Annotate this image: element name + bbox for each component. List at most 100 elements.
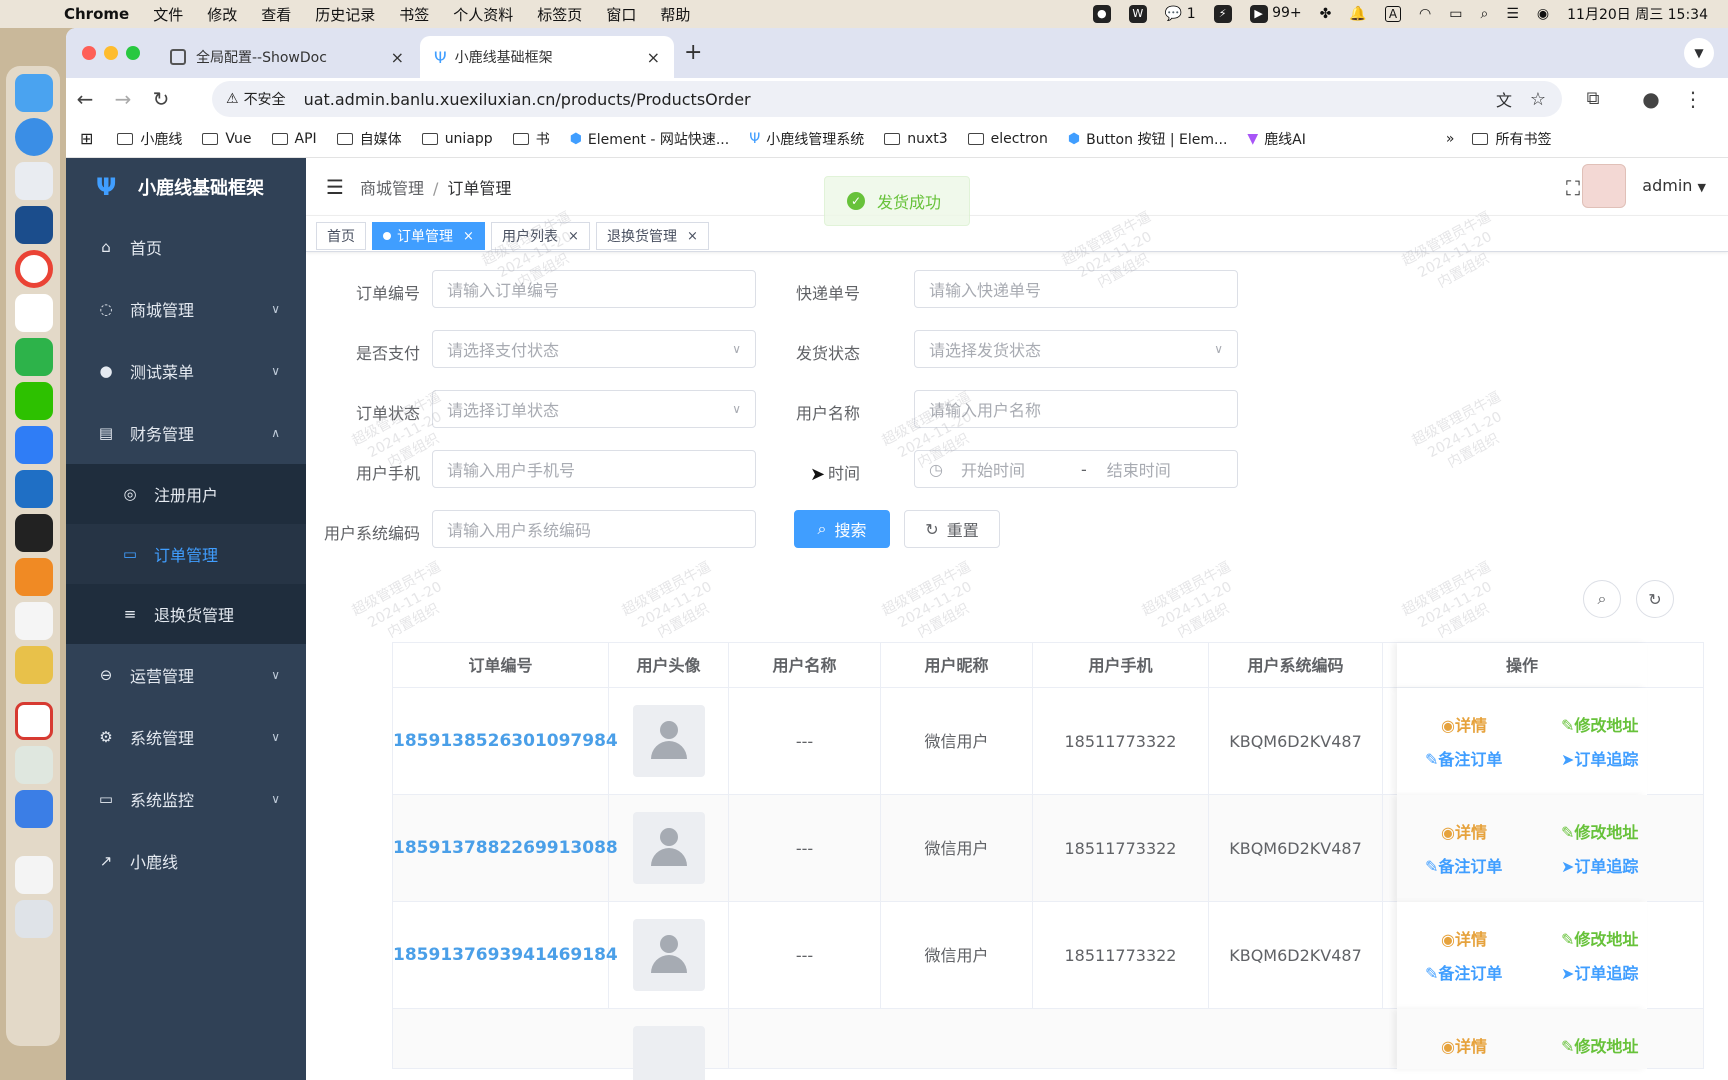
track-order-link[interactable]: ➤订单追踪 bbox=[1561, 746, 1638, 770]
user-dropdown[interactable]: admin ▼ bbox=[1642, 176, 1706, 195]
ship-status-select[interactable]: 请选择发货状态 ∨ bbox=[914, 330, 1238, 368]
wifi-icon[interactable]: ◠ bbox=[1419, 6, 1431, 22]
apps-grid-icon[interactable]: ⊞ bbox=[80, 129, 93, 148]
sidebar-item-returns[interactable]: ≡ 退换货管理 bbox=[66, 584, 306, 644]
menubar-item-tabs[interactable]: 标签页 bbox=[537, 4, 582, 25]
detail-link[interactable]: ◉详情 bbox=[1441, 1033, 1487, 1057]
back-icon[interactable]: ← bbox=[70, 84, 100, 114]
close-tab-icon[interactable]: × bbox=[647, 48, 660, 67]
menubar-item-edit[interactable]: 修改 bbox=[207, 4, 237, 25]
typora-icon[interactable] bbox=[15, 602, 53, 640]
feishu-icon[interactable] bbox=[15, 426, 53, 464]
sidebar-item-finance[interactable]: ▤ 财务管理 ∧ bbox=[66, 402, 306, 464]
column-header-avatar[interactable]: 用户头像 bbox=[609, 643, 729, 689]
order-status-select[interactable]: 请选择订单状态 ∨ bbox=[432, 390, 756, 428]
record-icon[interactable]: ● bbox=[1092, 5, 1111, 23]
new-tab-icon[interactable]: + bbox=[684, 40, 702, 65]
launchpad-icon[interactable] bbox=[15, 162, 53, 200]
translate-icon[interactable]: 文 bbox=[1496, 87, 1512, 111]
phone-input[interactable]: 请输入用户手机号 bbox=[432, 450, 756, 488]
bookmark-link[interactable]: ⬢ Button 按钮 | Elem... bbox=[1068, 129, 1228, 149]
bookmark-folder[interactable]: uniapp bbox=[421, 131, 493, 147]
hamburger-icon[interactable]: ☰ bbox=[326, 175, 344, 199]
tab-search-icon[interactable]: ▼ bbox=[1684, 38, 1714, 68]
browser-tab-active[interactable]: Ψ 小鹿线基础框架 × bbox=[420, 36, 674, 78]
sublime-icon[interactable] bbox=[15, 558, 53, 596]
bookmark-folder[interactable]: Vue bbox=[202, 131, 252, 147]
reset-button[interactable]: ↻ 重置 bbox=[904, 510, 1000, 548]
refresh-table-button[interactable]: ↻ bbox=[1636, 580, 1674, 618]
close-tag-icon[interactable]: × bbox=[687, 229, 698, 244]
hbuilder-icon[interactable] bbox=[15, 338, 53, 376]
more-bookmarks-icon[interactable]: » bbox=[1446, 131, 1455, 147]
maximize-window-icon[interactable] bbox=[126, 46, 140, 60]
paint-icon[interactable] bbox=[15, 646, 53, 684]
finder-icon[interactable] bbox=[15, 74, 53, 112]
bookmark-folder[interactable]: 小鹿线 bbox=[117, 129, 182, 149]
bookmark-link[interactable]: Ψ 小鹿线管理系统 bbox=[749, 129, 864, 149]
vscode-icon[interactable] bbox=[15, 470, 53, 508]
sidebar-item-system[interactable]: ⚙ 系统管理 ∨ bbox=[66, 706, 306, 768]
browser-tab-showdoc[interactable]: 全局配置--ShowDoc × bbox=[156, 36, 418, 78]
track-order-link[interactable]: ➤订单追踪 bbox=[1561, 853, 1638, 877]
forward-icon[interactable]: → bbox=[108, 84, 138, 114]
tag-user-list[interactable]: 用户列表 × bbox=[491, 222, 590, 250]
minimize-window-icon[interactable] bbox=[104, 46, 118, 60]
sidebar-item-home[interactable]: ⌂ 首页 bbox=[66, 216, 306, 278]
sidebar-item-registered-users[interactable]: ◎ 注册用户 bbox=[66, 464, 306, 524]
order-no-link[interactable]: 1859137882269913088 bbox=[393, 795, 618, 902]
control-center-icon[interactable]: ☰ bbox=[1506, 6, 1519, 22]
search-button[interactable]: ⌕ 搜索 bbox=[794, 510, 890, 548]
edit-address-link[interactable]: ✎修改地址 bbox=[1561, 712, 1638, 736]
bookmark-folder[interactable]: API bbox=[271, 131, 317, 147]
detail-link[interactable]: ◉详情 bbox=[1441, 926, 1487, 950]
messages-icon[interactable] bbox=[15, 746, 53, 784]
wechat-dock-icon[interactable] bbox=[15, 382, 53, 420]
sidebar-item-operations[interactable]: ⊖ 运营管理 ∨ bbox=[66, 644, 306, 706]
close-tab-icon[interactable]: × bbox=[391, 48, 404, 67]
preview-icon[interactable] bbox=[15, 856, 53, 894]
detail-link[interactable]: ◉详情 bbox=[1441, 819, 1487, 843]
order-no-link[interactable]: 1859137693941469184 bbox=[393, 902, 618, 1009]
chrome-menu-icon[interactable]: ⋮ bbox=[1678, 84, 1708, 114]
bookmark-folder[interactable]: 自媒体 bbox=[336, 129, 402, 149]
close-tag-icon[interactable]: × bbox=[568, 229, 579, 244]
bolt-icon[interactable]: ⚡ bbox=[1213, 5, 1232, 23]
edit-address-link[interactable]: ✎修改地址 bbox=[1561, 819, 1638, 843]
profile-icon[interactable]: ● bbox=[1636, 84, 1666, 114]
close-window-icon[interactable] bbox=[82, 46, 96, 60]
sidebar-brand[interactable]: Ψ 小鹿线基础框架 bbox=[66, 158, 306, 216]
sidebar-item-shop[interactable]: ◌ 商城管理 ∨ bbox=[66, 278, 306, 340]
apple-icon[interactable] bbox=[22, 3, 44, 25]
menubar-app-name[interactable]: Chrome bbox=[64, 5, 129, 23]
express-no-input[interactable]: 请输入快递单号 bbox=[914, 270, 1238, 308]
siri-icon[interactable]: ◉ bbox=[1537, 6, 1549, 22]
menubar-item-view[interactable]: 查看 bbox=[261, 4, 291, 25]
sidebar-item-xiaoluxian[interactable]: ↗ 小鹿线 bbox=[66, 830, 306, 892]
date-range-picker[interactable]: ◷ 开始时间 - 结束时间 bbox=[914, 450, 1238, 488]
toggle-search-button[interactable]: ⌕ bbox=[1583, 580, 1621, 618]
fullscreen-icon[interactable]: ⛶ bbox=[1566, 176, 1580, 200]
remark-order-link[interactable]: ✎备注订单 bbox=[1425, 960, 1502, 984]
battery-icon[interactable]: ▭ bbox=[1449, 6, 1462, 22]
close-tag-icon[interactable]: × bbox=[463, 229, 474, 244]
chrome-icon[interactable] bbox=[15, 250, 53, 288]
tag-returns[interactable]: 退换货管理 × bbox=[596, 222, 709, 250]
detail-link[interactable]: ◉详情 bbox=[1441, 712, 1487, 736]
notification-badge[interactable]: ▶ 99+ bbox=[1249, 5, 1302, 23]
paid-select[interactable]: 请选择支付状态 ∨ bbox=[432, 330, 756, 368]
avatar[interactable] bbox=[1582, 164, 1626, 208]
menubar-clock[interactable]: 11月20日 周三 15:34 bbox=[1567, 4, 1708, 24]
bookmark-folder[interactable]: electron bbox=[967, 131, 1048, 147]
url-text[interactable]: uat.admin.banlu.xuexiluxian.cn/products/… bbox=[304, 90, 751, 109]
bookmark-link[interactable]: ⬢ Element - 网站快速... bbox=[570, 129, 730, 149]
edit-address-link[interactable]: ✎修改地址 bbox=[1561, 926, 1638, 950]
reload-icon[interactable]: ↻ bbox=[146, 84, 176, 114]
end-time-input[interactable]: 结束时间 bbox=[1107, 457, 1171, 481]
input-method-indicator[interactable]: A bbox=[1384, 6, 1402, 22]
bookmark-folder[interactable]: nuxt3 bbox=[884, 131, 948, 147]
menubar-item-window[interactable]: 窗口 bbox=[606, 4, 636, 25]
app-icon[interactable] bbox=[15, 790, 53, 828]
wechat-status[interactable]: 💬 1 bbox=[1165, 6, 1196, 22]
wps-icon[interactable]: W bbox=[1128, 5, 1147, 23]
